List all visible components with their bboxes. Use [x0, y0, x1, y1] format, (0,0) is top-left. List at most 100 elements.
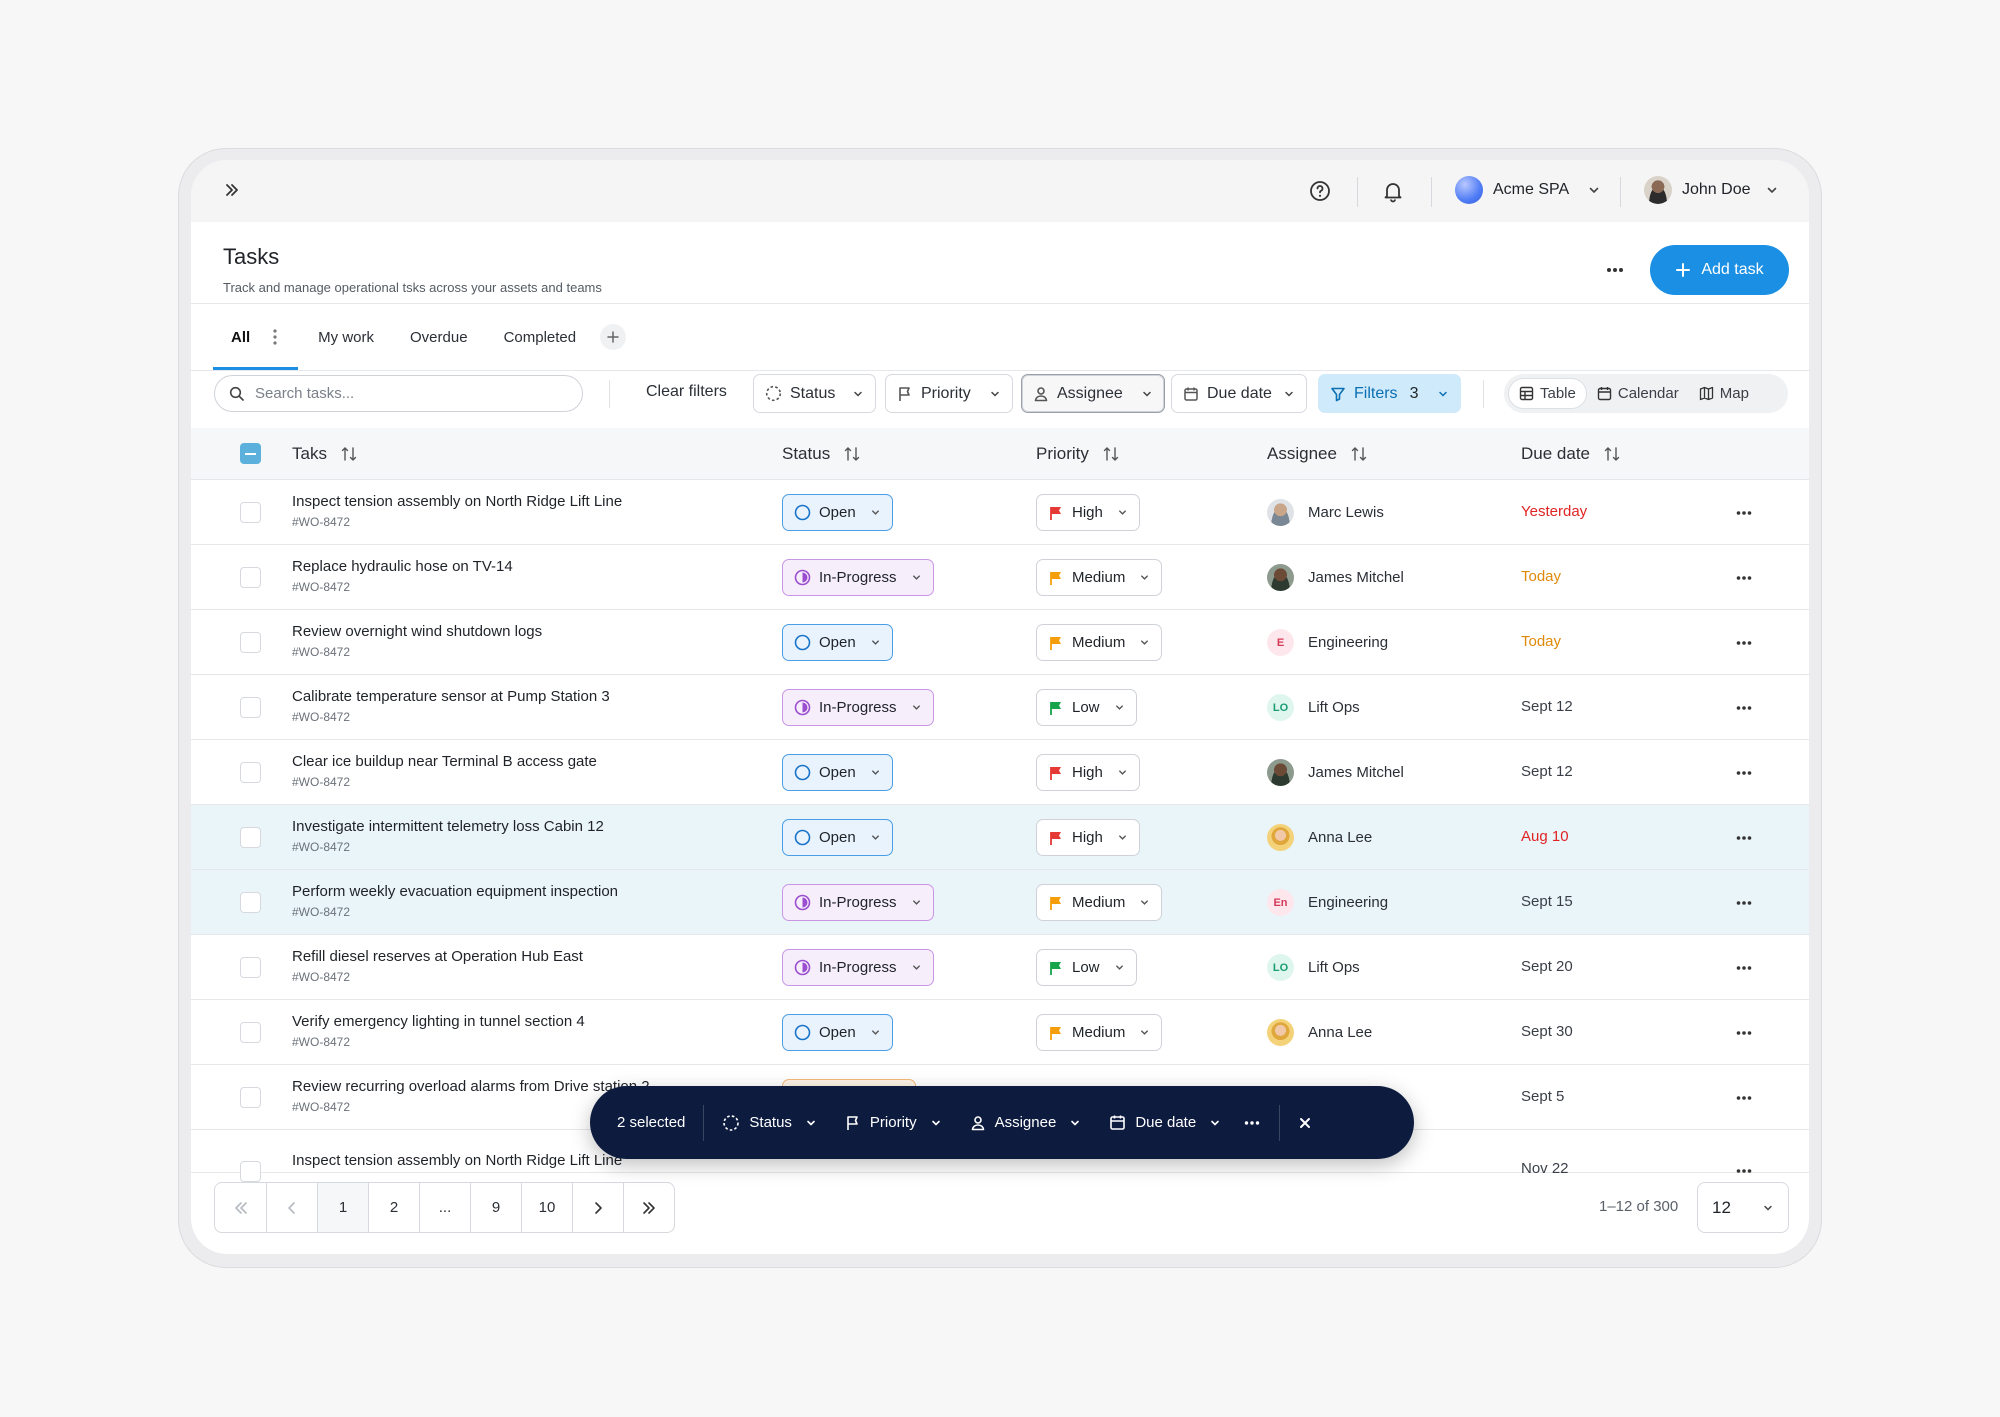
- close-icon[interactable]: [1280, 1116, 1312, 1130]
- priority-badge[interactable]: Medium: [1036, 884, 1163, 921]
- assignee[interactable]: Marc Lewis: [1267, 499, 1384, 526]
- page-button[interactable]: 10: [521, 1183, 572, 1232]
- user-menu[interactable]: John Doe: [1644, 176, 1779, 204]
- next-page-button[interactable]: [572, 1183, 623, 1232]
- bulk-status-button[interactable]: Status: [704, 1114, 831, 1132]
- task-name[interactable]: Calibrate temperature sensor at Pump Sta…: [292, 688, 610, 705]
- task-name[interactable]: Clear ice buildup near Terminal B access…: [292, 753, 597, 770]
- page-button[interactable]: 2: [368, 1183, 419, 1232]
- table-row[interactable]: Clear ice buildup near Terminal B access…: [191, 740, 1809, 805]
- more-options-icon[interactable]: [1605, 260, 1625, 280]
- status-badge[interactable]: Open: [782, 624, 893, 661]
- row-checkbox[interactable]: [240, 1022, 261, 1043]
- column-header-status[interactable]: Status: [782, 428, 860, 480]
- column-header-assignee[interactable]: Assignee: [1267, 428, 1367, 480]
- bulk-more-icon[interactable]: [1235, 1114, 1279, 1132]
- status-badge[interactable]: In-Progress: [782, 559, 934, 596]
- priority-filter[interactable]: Priority: [885, 374, 1013, 413]
- last-page-button[interactable]: [623, 1183, 674, 1232]
- status-filter[interactable]: Status: [753, 374, 876, 413]
- row-actions-icon[interactable]: [1735, 1024, 1753, 1042]
- sort-icon[interactable]: [341, 445, 357, 463]
- assignee[interactable]: James Mitchel: [1267, 564, 1404, 591]
- bell-icon[interactable]: [1381, 179, 1405, 203]
- row-actions-icon[interactable]: [1735, 504, 1753, 522]
- row-checkbox[interactable]: [240, 762, 261, 783]
- page-button[interactable]: 9: [470, 1183, 521, 1232]
- view-table[interactable]: Table: [1508, 378, 1587, 409]
- priority-badge[interactable]: High: [1036, 754, 1140, 791]
- priority-badge[interactable]: Medium: [1036, 624, 1163, 661]
- table-row[interactable]: Inspect tension assembly on North Ridge …: [191, 480, 1809, 545]
- column-header-task[interactable]: Taks: [292, 428, 357, 480]
- task-name[interactable]: Replace hydraulic hose on TV-14: [292, 558, 513, 575]
- row-checkbox[interactable]: [240, 827, 261, 848]
- assignee[interactable]: En Engineering: [1267, 889, 1388, 916]
- assignee[interactable]: Anna Lee: [1267, 1019, 1372, 1046]
- table-row[interactable]: Verify emergency lighting in tunnel sect…: [191, 1000, 1809, 1065]
- status-badge[interactable]: In-Progress: [782, 689, 934, 726]
- prev-page-button[interactable]: [266, 1183, 317, 1232]
- first-page-button[interactable]: [215, 1183, 266, 1232]
- status-badge[interactable]: Open: [782, 819, 893, 856]
- task-name[interactable]: Verify emergency lighting in tunnel sect…: [292, 1013, 585, 1030]
- row-actions-icon[interactable]: [1735, 699, 1753, 717]
- priority-badge[interactable]: High: [1036, 494, 1140, 531]
- task-name[interactable]: Review overnight wind shutdown logs: [292, 623, 542, 640]
- tab-overdue[interactable]: Overdue: [392, 304, 486, 370]
- row-actions-icon[interactable]: [1735, 634, 1753, 652]
- assignee[interactable]: E Engineering: [1267, 629, 1388, 656]
- row-checkbox[interactable]: [240, 1087, 261, 1108]
- row-checkbox[interactable]: [240, 1161, 261, 1182]
- sort-icon[interactable]: [1351, 445, 1367, 463]
- table-row[interactable]: Perform weekly evacuation equipment insp…: [191, 870, 1809, 935]
- priority-badge[interactable]: High: [1036, 819, 1140, 856]
- task-name[interactable]: Refill diesel reserves at Operation Hub …: [292, 948, 583, 965]
- status-badge[interactable]: In-Progress: [782, 884, 934, 921]
- bulk-due-date-button[interactable]: Due date: [1095, 1114, 1235, 1131]
- row-actions-icon[interactable]: [1735, 959, 1753, 977]
- table-row[interactable]: Calibrate temperature sensor at Pump Sta…: [191, 675, 1809, 740]
- row-checkbox[interactable]: [240, 567, 261, 588]
- add-tab-button[interactable]: [600, 324, 627, 350]
- row-actions-icon[interactable]: [1735, 764, 1753, 782]
- row-actions-icon[interactable]: [1735, 829, 1753, 847]
- table-row[interactable]: Refill diesel reserves at Operation Hub …: [191, 935, 1809, 1000]
- view-calendar[interactable]: Calendar: [1587, 378, 1689, 409]
- priority-badge[interactable]: Low: [1036, 949, 1137, 986]
- tab-completed[interactable]: Completed: [486, 304, 595, 370]
- assignee[interactable]: LO Lift Ops: [1267, 954, 1360, 981]
- assignee-filter[interactable]: Assignee: [1021, 374, 1165, 413]
- task-name[interactable]: Inspect tension assembly on North Ridge …: [292, 493, 622, 510]
- help-icon[interactable]: [1308, 179, 1332, 203]
- priority-badge[interactable]: Medium: [1036, 559, 1163, 596]
- table-row[interactable]: Review overnight wind shutdown logs #WO-8…: [191, 610, 1809, 675]
- task-name[interactable]: Review recurring overload alarms from Dr…: [292, 1078, 650, 1095]
- row-actions-icon[interactable]: [1735, 569, 1753, 587]
- search-input[interactable]: Search tasks...: [214, 375, 583, 412]
- task-name[interactable]: Inspect tension assembly on North Ridge …: [292, 1152, 622, 1169]
- assignee[interactable]: Anna Lee: [1267, 824, 1372, 851]
- assignee[interactable]: James Mitchel: [1267, 759, 1404, 786]
- table-row[interactable]: Replace hydraulic hose on TV-14 #WO-8472 I…: [191, 545, 1809, 610]
- kebab-icon[interactable]: [272, 328, 278, 346]
- task-name[interactable]: Investigate intermittent telemetry loss …: [292, 818, 604, 835]
- org-switcher[interactable]: Acme SPA: [1455, 176, 1601, 204]
- select-all-checkbox[interactable]: [240, 443, 261, 464]
- status-badge[interactable]: In-Progress: [782, 949, 934, 986]
- row-checkbox[interactable]: [240, 957, 261, 978]
- priority-badge[interactable]: Medium: [1036, 1014, 1163, 1051]
- priority-badge[interactable]: Low: [1036, 689, 1137, 726]
- row-actions-icon[interactable]: [1735, 1164, 1753, 1173]
- page-button[interactable]: 1: [317, 1183, 368, 1232]
- clear-filters-button[interactable]: Clear filters: [646, 383, 727, 401]
- bulk-priority-button[interactable]: Priority: [831, 1114, 956, 1131]
- row-checkbox[interactable]: [240, 697, 261, 718]
- sort-icon[interactable]: [844, 445, 860, 463]
- row-checkbox[interactable]: [240, 632, 261, 653]
- expand-sidebar-icon[interactable]: [224, 182, 240, 198]
- row-checkbox[interactable]: [240, 892, 261, 913]
- status-badge[interactable]: Open: [782, 494, 893, 531]
- filters-button[interactable]: Filters 3: [1318, 374, 1461, 413]
- column-header-due-date[interactable]: Due date: [1521, 428, 1620, 480]
